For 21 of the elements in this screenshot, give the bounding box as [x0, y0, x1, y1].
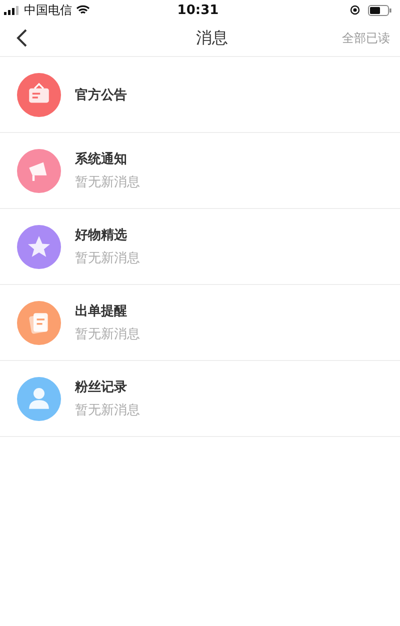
lock-rotation-icon [350, 5, 360, 15]
message-category-item[interactable]: 粉丝记录 暂无新消息 [0, 361, 400, 437]
category-title: 粉丝记录 [75, 379, 128, 396]
signal-icon [4, 6, 20, 14]
message-category-item[interactable]: 系统通知 暂无新消息 [0, 133, 400, 209]
status-time: 10:31 [177, 2, 219, 18]
carrier-name: 中国电信 [24, 2, 72, 18]
wifi-icon [76, 5, 90, 15]
category-title: 好物精选 [75, 227, 128, 244]
category-title: 出单提醒 [75, 303, 128, 320]
category-subtitle: 暂无新消息 [75, 402, 140, 419]
category-title: 系统通知 [75, 150, 128, 168]
category-subtitle: 暂无新消息 [75, 174, 140, 191]
category-subtitle: 暂无新消息 [75, 326, 140, 343]
message-category-item[interactable]: 官方公告 [0, 57, 400, 133]
battery-icon [368, 4, 392, 16]
category-title: 官方公告 [75, 86, 127, 104]
category-subtitle: 暂无新消息 [75, 250, 140, 267]
message-category-item[interactable]: 好物精选 暂无新消息 [0, 209, 400, 285]
page-title: 消息 [196, 28, 228, 48]
message-category-item[interactable]: 出单提醒 暂无新消息 [0, 285, 400, 361]
